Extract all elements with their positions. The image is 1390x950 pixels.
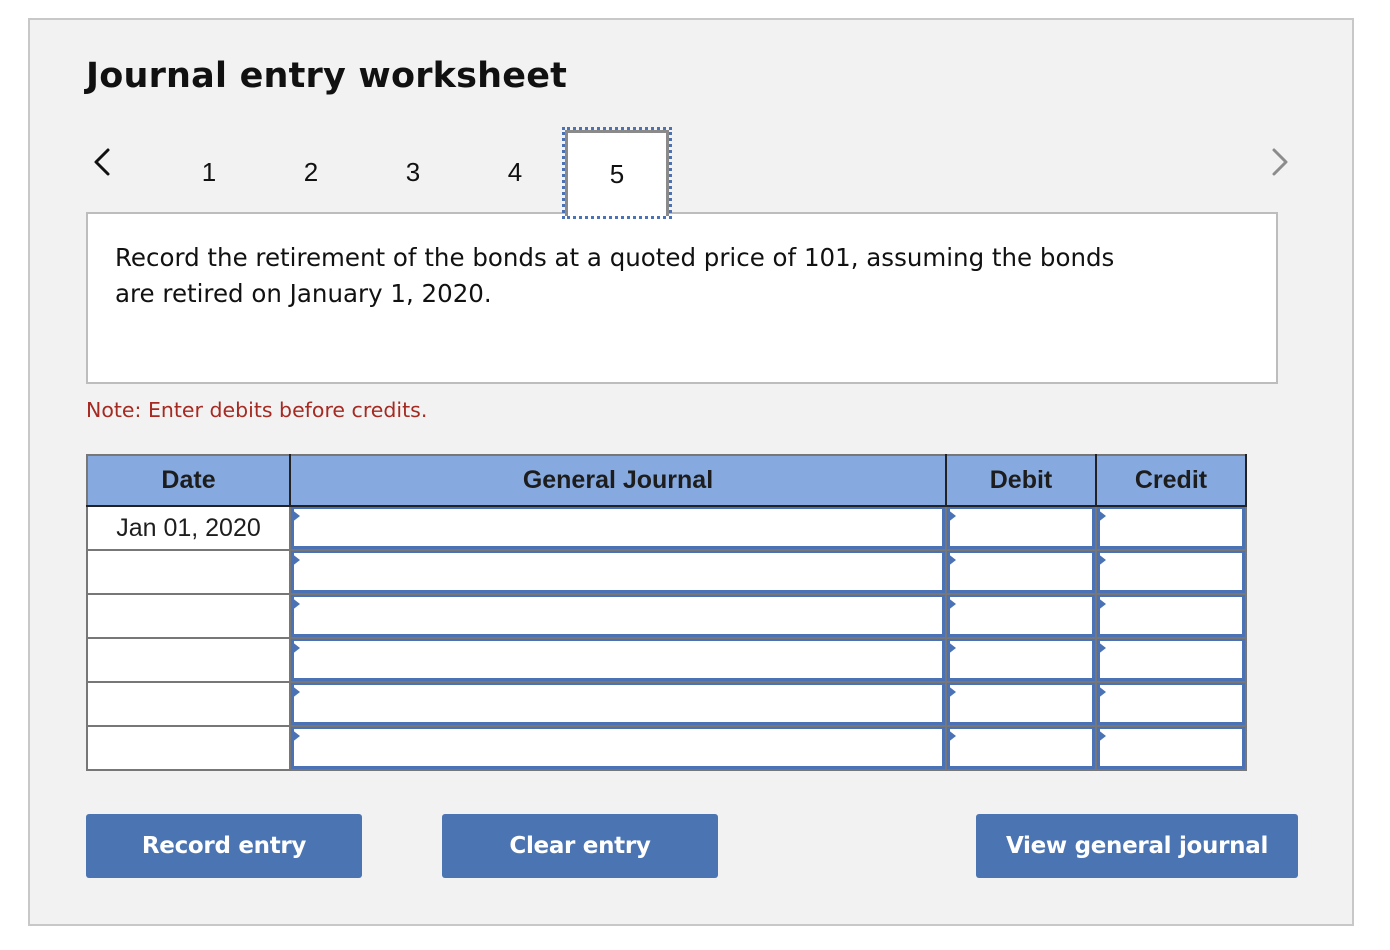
debit-input[interactable]	[947, 727, 1095, 769]
prev-button[interactable]	[88, 142, 118, 182]
cell-marker-icon	[1097, 729, 1106, 743]
account-input[interactable]	[291, 639, 945, 681]
table-row	[86, 725, 1247, 771]
cell-marker-icon	[947, 641, 956, 655]
debit-input[interactable]	[947, 683, 1095, 725]
credit-cell	[1095, 637, 1247, 683]
account-input[interactable]	[291, 507, 945, 549]
account-cell	[289, 681, 947, 727]
cell-marker-icon	[291, 597, 300, 611]
column-header-general-journal: General Journal	[289, 454, 947, 507]
cell-marker-icon	[1097, 597, 1106, 611]
cell-marker-icon	[1097, 685, 1106, 699]
cell-marker-icon	[1097, 553, 1106, 567]
debit-input[interactable]	[947, 639, 1095, 681]
date-cell	[86, 637, 291, 683]
credit-cell	[1095, 549, 1247, 595]
tab-4[interactable]: 4	[463, 130, 567, 214]
debit-cell	[945, 549, 1097, 595]
cell-marker-icon	[1097, 641, 1106, 655]
next-button[interactable]	[1266, 142, 1296, 182]
debit-input[interactable]	[947, 507, 1095, 549]
date-cell: Jan 01, 2020	[86, 505, 291, 551]
credit-cell	[1095, 593, 1247, 639]
table-row	[86, 681, 1247, 727]
chevron-left-icon	[88, 142, 118, 182]
worksheet-title: Journal entry worksheet	[86, 56, 568, 96]
table-row: Jan 01, 2020	[86, 505, 1247, 551]
account-input[interactable]	[291, 683, 945, 725]
cell-marker-icon	[291, 553, 300, 567]
credit-input[interactable]	[1097, 639, 1245, 681]
column-header-date: Date	[86, 454, 291, 507]
date-cell	[86, 593, 291, 639]
table-row	[86, 549, 1247, 595]
chevron-right-icon	[1266, 142, 1296, 182]
cell-marker-icon	[947, 509, 956, 523]
cell-marker-icon	[947, 597, 956, 611]
date-cell	[86, 681, 291, 727]
tab-5[interactable]: 5	[562, 127, 672, 219]
table-header-row: Date General Journal Debit Credit	[86, 454, 1247, 507]
question-text: Record the retirement of the bonds at a …	[115, 243, 1115, 308]
question-box: Record the retirement of the bonds at a …	[86, 212, 1278, 384]
view-general-journal-button[interactable]: View general journal	[976, 814, 1298, 878]
cell-marker-icon	[947, 685, 956, 699]
cell-marker-icon	[947, 729, 956, 743]
debit-cell	[945, 681, 1097, 727]
credit-input[interactable]	[1097, 551, 1245, 593]
credit-input[interactable]	[1097, 507, 1245, 549]
account-cell	[289, 549, 947, 595]
credit-input[interactable]	[1097, 595, 1245, 637]
cell-marker-icon	[1097, 509, 1106, 523]
cell-marker-icon	[291, 685, 300, 699]
credit-input[interactable]	[1097, 683, 1245, 725]
account-cell	[289, 505, 947, 551]
account-input[interactable]	[291, 595, 945, 637]
table-row	[86, 593, 1247, 639]
debit-cell	[945, 593, 1097, 639]
note-text: Note: Enter debits before credits.	[86, 398, 428, 422]
credit-input[interactable]	[1097, 727, 1245, 769]
tab-1[interactable]: 1	[157, 130, 261, 214]
debit-cell	[945, 505, 1097, 551]
account-input[interactable]	[291, 727, 945, 769]
debit-input[interactable]	[947, 595, 1095, 637]
date-cell	[86, 549, 291, 595]
record-entry-button[interactable]: Record entry	[86, 814, 362, 878]
account-cell	[289, 725, 947, 771]
tab-2[interactable]: 2	[259, 130, 363, 214]
date-cell	[86, 725, 291, 771]
credit-cell	[1095, 681, 1247, 727]
cell-marker-icon	[291, 509, 300, 523]
table-row	[86, 637, 1247, 683]
credit-cell	[1095, 725, 1247, 771]
column-header-credit: Credit	[1095, 454, 1247, 507]
account-cell	[289, 593, 947, 639]
debit-cell	[945, 637, 1097, 683]
column-header-debit: Debit	[945, 454, 1097, 507]
cell-marker-icon	[947, 553, 956, 567]
account-input[interactable]	[291, 551, 945, 593]
account-cell	[289, 637, 947, 683]
cell-marker-icon	[291, 641, 300, 655]
cell-marker-icon	[291, 729, 300, 743]
clear-entry-button[interactable]: Clear entry	[442, 814, 718, 878]
debit-cell	[945, 725, 1097, 771]
tab-3[interactable]: 3	[361, 130, 465, 214]
journal-table: Date General Journal Debit Credit Jan 01…	[86, 454, 1247, 771]
debit-input[interactable]	[947, 551, 1095, 593]
credit-cell	[1095, 505, 1247, 551]
